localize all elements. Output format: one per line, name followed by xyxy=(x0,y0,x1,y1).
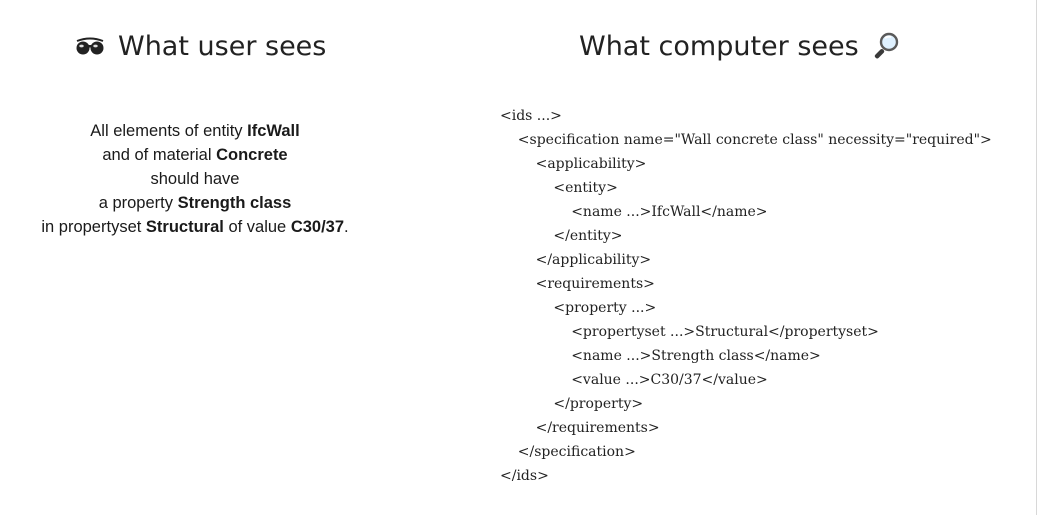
xml-line: <ids ...> xyxy=(500,108,562,124)
user-view-heading: What user sees xyxy=(74,26,326,66)
xml-line: <applicability> xyxy=(500,156,647,172)
sentence-line-4: a property Strength class xyxy=(98,194,292,212)
xml-line: <entity> xyxy=(500,180,618,196)
xml-line: <requirements> xyxy=(500,276,655,292)
user-view-title: What user sees xyxy=(118,30,327,62)
panel-divider xyxy=(1036,0,1037,515)
xml-line: </ids> xyxy=(500,468,549,484)
xml-line: </specification> xyxy=(500,444,636,460)
magnifying-glass-icon xyxy=(871,31,901,61)
xml-line: <value ...>C30/37</value> xyxy=(500,372,768,388)
computer-view-heading: What computer sees xyxy=(579,26,901,66)
xml-line: <specification name="Wall concrete class… xyxy=(500,132,992,148)
xml-line: </applicability> xyxy=(500,252,652,268)
xml-line: </property> xyxy=(500,396,644,412)
xml-line: <name ...>IfcWall</name> xyxy=(500,204,768,220)
xml-line: <propertyset ...>Structural</propertyset… xyxy=(500,324,879,340)
xml-line: </entity> xyxy=(500,228,623,244)
computer-view-title: What computer sees xyxy=(579,30,859,62)
property-name: Strength class xyxy=(177,194,292,212)
sentence-line-1: All elements of entity IfcWall xyxy=(90,122,300,140)
entity-name: IfcWall xyxy=(247,122,300,140)
sentence-line-2: and of material Concrete xyxy=(102,146,288,164)
sentence-line-5: in propertyset Structural of value C30/3… xyxy=(41,218,349,236)
sunglasses-icon xyxy=(74,35,106,57)
ids-xml-code: <ids ...> <specification name="Wall conc… xyxy=(500,104,992,488)
material-name: Concrete xyxy=(216,146,288,164)
xml-line: </requirements> xyxy=(500,420,660,436)
ids-natural-language-description: All elements of entity IfcWall and of ma… xyxy=(20,119,370,239)
sentence-line-3: should have xyxy=(150,170,240,188)
xml-line: <property ...> xyxy=(500,300,657,316)
xml-line: <name ...>Strength class</name> xyxy=(500,348,821,364)
property-value: C30/37 xyxy=(290,218,345,236)
propertyset-name: Structural xyxy=(145,218,224,236)
